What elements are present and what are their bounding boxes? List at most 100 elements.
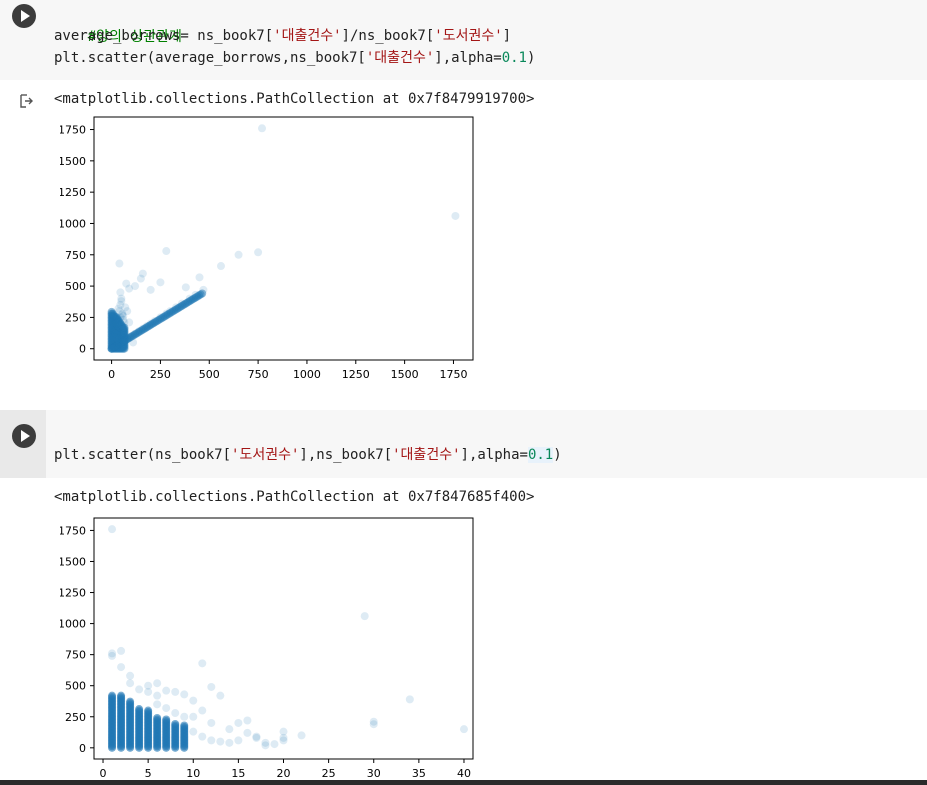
code-token: ]	[502, 28, 512, 44]
y-tick-label: 1250	[60, 186, 86, 199]
scatter-point	[451, 211, 460, 220]
scatter-point	[108, 651, 117, 660]
x-tick-label: 5	[145, 767, 152, 780]
y-tick-label: 1500	[60, 155, 86, 168]
scatter-point	[199, 285, 208, 294]
scatter-point	[180, 690, 189, 699]
scatter-point	[129, 338, 138, 347]
scatter-point	[191, 290, 200, 299]
scatter-point	[180, 721, 189, 730]
output-text-1: <matplotlib.collections.PathCollection a…	[54, 91, 535, 107]
scatter-point	[162, 704, 171, 713]
x-tick-label: 1500	[391, 368, 419, 381]
scatter-point	[131, 282, 140, 291]
scatter-point	[117, 646, 126, 655]
code-token: )	[553, 447, 562, 463]
scatter-point	[126, 671, 135, 680]
code-token: ]/ns_book7[	[341, 28, 435, 44]
code-number: 0.1	[501, 50, 527, 66]
scatter-point	[126, 697, 135, 706]
scatter-point	[162, 715, 171, 724]
y-tick-label: 250	[65, 311, 86, 324]
bottom-scrollbar[interactable]	[0, 780, 927, 785]
scatter-point	[119, 337, 128, 346]
scatter-point	[156, 278, 165, 287]
code-string: '대출건수'	[392, 447, 461, 463]
code-token: plt.scatter(average_borrows,ns_book7[	[54, 50, 366, 66]
scatter-point	[225, 725, 234, 734]
scatter-point	[195, 273, 204, 282]
code-cell-1: #양의 상관관계 average_borrows= ns_book7['대출건수…	[0, 0, 927, 400]
x-tick-label: 0	[100, 767, 107, 780]
scatter-point	[122, 279, 131, 288]
code-token: ],alpha=	[460, 447, 528, 463]
run-cell-button-2[interactable]	[12, 424, 36, 448]
scatter-point	[144, 681, 153, 690]
y-tick-label: 1000	[60, 217, 86, 230]
x-tick-label: 1250	[342, 368, 370, 381]
scatter-point	[171, 719, 180, 728]
scatter-point	[162, 247, 171, 256]
scatter-point	[153, 714, 162, 723]
y-tick-label: 500	[65, 680, 86, 693]
scatter-point	[108, 525, 117, 534]
code-cell-2: plt.scatter(ns_book7['도서권수'],ns_book7['대…	[0, 410, 927, 785]
y-tick-label: 1000	[60, 618, 86, 631]
scatter-point	[258, 124, 267, 133]
scatter-chart-2: 0 5 10 15 20 25 30 35 40 0 250 500 750 1000 1250 1500 17…	[60, 517, 474, 780]
x-tick-label: 40	[457, 767, 471, 780]
y-tick-label: 1750	[60, 124, 86, 137]
y-tick-label: 1750	[60, 524, 86, 537]
scatter-point	[112, 327, 121, 336]
code-string: '대출건수'	[273, 28, 342, 44]
scatter-point	[108, 691, 117, 700]
x-tick-label: 750	[248, 368, 269, 381]
scatter-point	[234, 250, 243, 259]
y-tick-label: 0	[79, 742, 86, 755]
scatter-point	[254, 248, 263, 257]
code-line-cell2: plt.scatter(ns_book7['도서권수'],ns_book7['대…	[54, 444, 562, 466]
scatter-point	[153, 700, 162, 709]
scatter-point	[234, 718, 243, 727]
x-tick-label: 15	[231, 767, 245, 780]
scatter-point	[243, 716, 252, 725]
scatter-point	[181, 283, 190, 292]
x-tick-label: 30	[367, 767, 381, 780]
scatter-point	[207, 736, 216, 745]
scatter-point	[125, 318, 134, 327]
scatter-point	[144, 706, 153, 715]
scatter-point	[225, 738, 234, 747]
output-arrow-icon[interactable]	[19, 94, 33, 108]
x-tick-label: 25	[322, 767, 336, 780]
y-tick-label: 750	[65, 249, 86, 262]
scatter-point	[115, 259, 124, 268]
scatter-point	[216, 737, 225, 746]
y-tick-label: 500	[65, 280, 86, 293]
scatter-point	[207, 718, 216, 727]
x-tick-label: 10	[186, 767, 200, 780]
scatter-point	[216, 691, 225, 700]
code-token: ],ns_book7[	[299, 447, 393, 463]
x-tick-label: 35	[412, 767, 426, 780]
code-token: average_borrows= ns_book7[	[54, 28, 274, 44]
x-tick-label: 500	[199, 368, 220, 381]
scatter-point	[135, 705, 144, 714]
x-tick-label: 20	[277, 767, 291, 780]
code-number: 0.1	[527, 447, 554, 463]
scatter-point	[117, 663, 126, 672]
scatter-point	[189, 727, 198, 736]
scatter-point	[243, 728, 252, 737]
y-tick-label: 1500	[60, 555, 86, 568]
scatter-point	[180, 712, 189, 721]
y-tick-label: 750	[65, 649, 86, 662]
code-string: '도서권수'	[231, 447, 300, 463]
y-tick-label: 1250	[60, 587, 86, 600]
x-tick-label: 1000	[293, 368, 321, 381]
run-cell-button-1[interactable]	[12, 4, 36, 28]
scatter-point	[116, 313, 125, 322]
y-tick-label: 250	[65, 711, 86, 724]
scatter-point	[369, 720, 378, 729]
code-string: '도서권수'	[434, 28, 503, 44]
scatter-point	[189, 696, 198, 705]
code-token: )	[527, 50, 536, 66]
